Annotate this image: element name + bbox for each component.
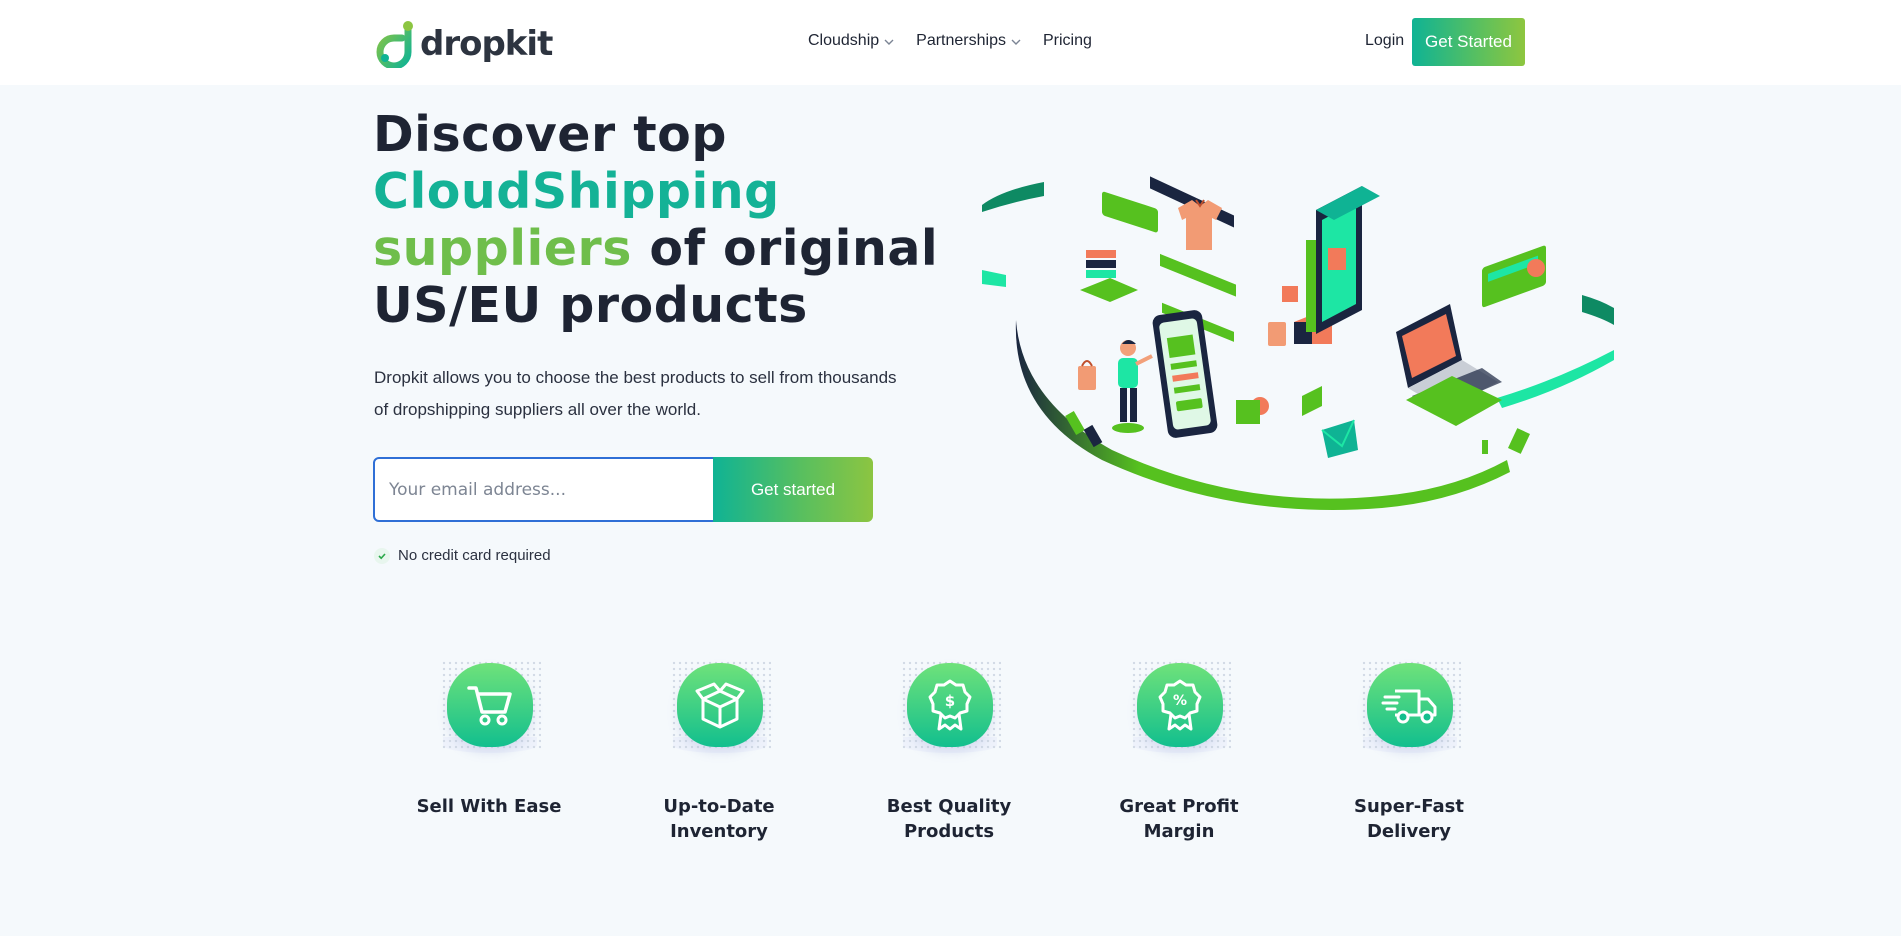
get-started-button[interactable]: Get Started bbox=[1412, 18, 1525, 66]
ecommerce-illustration bbox=[982, 176, 1614, 510]
feature-badge bbox=[659, 652, 779, 762]
feature-label: Great Profit Margin bbox=[1119, 796, 1239, 842]
get-started-submit-button[interactable]: Get started bbox=[713, 457, 873, 522]
nav-label: Cloudship bbox=[808, 32, 880, 49]
feature-label: Best Quality Products bbox=[886, 796, 1012, 842]
svg-text:%: % bbox=[1173, 693, 1187, 709]
badge-shape bbox=[443, 663, 537, 753]
feature-best-quality-products: $ Best Quality Products bbox=[874, 652, 1024, 844]
hero-title-line4: US/EU products bbox=[373, 277, 808, 334]
feature-great-profit-margin: % Great Profit Margin bbox=[1104, 652, 1254, 844]
hero-title-highlight-cloudshipping: CloudShipping bbox=[373, 163, 780, 220]
dropkit-logo-icon bbox=[376, 21, 413, 68]
svg-text:$: $ bbox=[945, 692, 955, 710]
signup-form: Get started bbox=[373, 457, 873, 522]
badge-shape bbox=[673, 663, 767, 753]
feature-label: Up-to-Date Inventory bbox=[663, 796, 775, 842]
check-icon bbox=[374, 547, 390, 564]
percent-award-icon: % bbox=[1158, 679, 1202, 731]
nav-label: Partnerships bbox=[916, 32, 1006, 49]
no-credit-card-note: No credit card required bbox=[374, 547, 551, 564]
feature-super-fast-delivery: Super-Fast Delivery bbox=[1334, 652, 1484, 844]
no-credit-card-text: No credit card required bbox=[398, 547, 551, 564]
email-input[interactable] bbox=[373, 457, 715, 522]
nav-label: Pricing bbox=[1042, 32, 1092, 49]
chevron-down-icon bbox=[1011, 39, 1021, 45]
feature-badge: % bbox=[1119, 652, 1239, 762]
chevron-down-icon bbox=[884, 39, 894, 45]
hero-description: Dropkit allows you to choose the best pr… bbox=[374, 368, 897, 419]
features-section: Sell With Ease Up-to-Date Inventory $ Be… bbox=[374, 652, 1529, 852]
delivery-truck-icon bbox=[1381, 689, 1437, 724]
hero-title: Discover top CloudShipping suppliers of … bbox=[373, 106, 953, 334]
login-link[interactable]: Login bbox=[1365, 32, 1404, 50]
feature-badge bbox=[1349, 652, 1469, 762]
hero-title-highlight-suppliers: suppliers bbox=[373, 220, 632, 277]
badge-shape: % bbox=[1133, 663, 1227, 753]
nav-item-cloudship[interactable]: Cloudship bbox=[808, 32, 896, 50]
shopping-cart-icon bbox=[467, 686, 512, 726]
main-nav: Cloudship Partnerships Pricing bbox=[808, 32, 1112, 50]
brand-name: dropkit bbox=[420, 24, 553, 64]
nav-item-partnerships[interactable]: Partnerships bbox=[916, 32, 1023, 50]
hero-title-rest: of original bbox=[649, 220, 939, 277]
logo[interactable]: dropkit bbox=[374, 20, 553, 68]
feature-sell-with-ease: Sell With Ease bbox=[414, 652, 564, 819]
badge-shape bbox=[1363, 663, 1457, 753]
feature-up-to-date-inventory: Up-to-Date Inventory bbox=[644, 652, 794, 844]
feature-label: Super-Fast Delivery bbox=[1354, 796, 1464, 842]
feature-label: Sell With Ease bbox=[416, 796, 562, 817]
badge-shape: $ bbox=[903, 663, 997, 753]
feature-badge bbox=[429, 652, 549, 762]
dollar-award-icon: $ bbox=[928, 679, 972, 731]
open-box-icon bbox=[695, 682, 745, 729]
feature-badge: $ bbox=[889, 652, 1009, 762]
nav-item-pricing[interactable]: Pricing bbox=[1043, 32, 1092, 50]
site-header: dropkit Cloudship Partnerships Pricing L… bbox=[0, 0, 1901, 85]
hero-title-line1: Discover top bbox=[373, 106, 727, 163]
